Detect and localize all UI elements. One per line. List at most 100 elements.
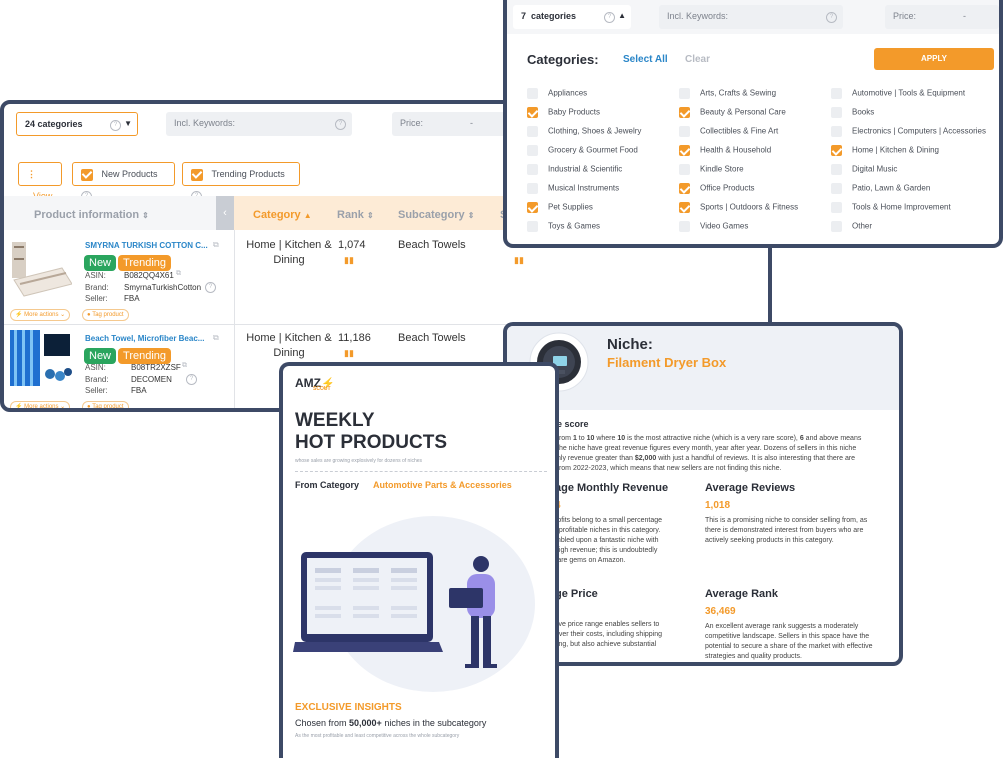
checkbox-icon[interactable] <box>679 145 690 156</box>
checkbox-icon[interactable] <box>527 202 538 213</box>
checkbox-icon[interactable] <box>679 183 690 194</box>
category-option-label: Tools & Home Improvement <box>852 202 951 212</box>
checkbox-icon[interactable] <box>527 88 538 99</box>
seller-label: Seller: <box>85 294 108 303</box>
checkbox-icon[interactable] <box>679 221 690 232</box>
category-option[interactable]: Books <box>831 107 874 118</box>
checkbox-icon[interactable] <box>679 126 690 137</box>
more-actions-button[interactable]: ⚡ More actions ⌄ <box>10 309 71 321</box>
keywords-input[interactable]: Incl. Keywords: ? <box>166 112 352 136</box>
category-option[interactable]: Sports | Outdoors & Fitness <box>679 202 798 213</box>
checkbox-icon[interactable] <box>527 107 538 118</box>
copy-icon[interactable]: ⧉ <box>213 240 219 250</box>
column-header-rank[interactable]: Rank ⇕ <box>337 209 374 221</box>
revenue-description: rofits belong to a small percentage t pr… <box>555 517 663 564</box>
collapse-column-button[interactable]: ‹ <box>216 196 234 230</box>
category-option[interactable]: Appliances <box>527 88 587 99</box>
category-option[interactable]: Health & Household <box>679 145 771 156</box>
column-header-product[interactable]: Product information ⇕ <box>34 209 149 221</box>
category-option[interactable]: Musical Instruments <box>527 183 619 194</box>
checkbox-icon[interactable] <box>527 164 538 175</box>
category-option[interactable]: Industrial & Scientific <box>527 164 622 175</box>
category-option[interactable]: Automotive | Tools & Equipment <box>831 88 965 99</box>
category-filter-label: categories <box>37 119 83 129</box>
chart-icon[interactable]: ▮▮ <box>344 348 354 359</box>
insights-text: Chosen from 50,000+ niches in the subcat… <box>295 718 487 728</box>
checkbox-icon[interactable] <box>527 145 538 156</box>
chart-icon[interactable]: ▮▮ <box>344 255 354 266</box>
checkbox-icon[interactable] <box>831 183 842 194</box>
column-header-subcategory[interactable]: Subcategory ⇕ <box>398 209 474 221</box>
category-option[interactable]: Baby Products <box>527 107 600 118</box>
brand-value: DECOMEN <box>131 375 172 384</box>
category-option[interactable]: Patio, Lawn & Garden <box>831 183 930 194</box>
checkbox-icon <box>191 168 203 181</box>
apply-button[interactable]: APPLY <box>874 48 994 70</box>
category-filter-label: categories <box>531 11 577 21</box>
category-option[interactable]: Beauty & Personal Care <box>679 107 786 118</box>
insights-footer: As the most profitable and least competi… <box>295 733 460 739</box>
checkbox-icon[interactable] <box>831 107 842 118</box>
asin-label: ASIN: <box>85 271 106 280</box>
from-category-value: Automotive Parts & Accessories <box>373 480 512 490</box>
copy-icon[interactable]: ⧉ <box>182 362 187 370</box>
category-option[interactable]: Toys & Games <box>527 221 600 232</box>
copy-icon[interactable]: ⧉ <box>213 333 219 343</box>
category-cell: Home | Kitchen & Dining <box>246 239 332 266</box>
seller-label: Seller: <box>85 386 108 395</box>
checkbox-icon[interactable] <box>831 126 842 137</box>
category-option[interactable]: Office Products <box>679 183 755 194</box>
keywords-input[interactable]: Incl. Keywords: ? <box>659 5 843 29</box>
checkbox-icon[interactable] <box>679 107 690 118</box>
price-filter[interactable]: Price: - <box>885 5 999 29</box>
product-title-link[interactable]: SMYRNA TURKISH COTTON C... <box>85 238 208 253</box>
checkbox-icon[interactable] <box>831 164 842 175</box>
badge-new: New <box>84 348 117 364</box>
category-option-label: Books <box>852 107 875 117</box>
category-filter-dropdown[interactable]: 24 categories ? ▼ <box>16 112 138 136</box>
copy-icon[interactable]: ⧉ <box>176 270 181 278</box>
new-products-toggle[interactable]: New Products ? <box>72 162 175 203</box>
checkbox-icon[interactable] <box>527 126 538 137</box>
checkbox-icon[interactable] <box>679 202 690 213</box>
category-filter-dropdown[interactable]: 7 categories ? ▲ <box>513 5 631 29</box>
tag-product-button[interactable]: ● Tag product <box>82 401 129 408</box>
column-header-category[interactable]: Category ▲ <box>253 209 312 221</box>
category-option[interactable]: Arts, Crafts & Sewing <box>679 88 776 99</box>
category-option[interactable]: Grocery & Gourmet Food <box>527 145 638 156</box>
category-option[interactable]: Collectibles & Fine Art <box>679 126 778 137</box>
checkbox-icon[interactable] <box>831 88 842 99</box>
trending-products-label: Trending Products <box>211 169 285 179</box>
checkbox-icon[interactable] <box>831 145 842 156</box>
category-option[interactable]: Kindle Store <box>679 164 744 175</box>
clear-link[interactable]: Clear <box>685 54 710 65</box>
price-filter[interactable]: Price: - <box>392 112 512 136</box>
tag-product-button[interactable]: ● Tag product <box>82 309 129 321</box>
checkbox-icon[interactable] <box>831 221 842 232</box>
product-title-link[interactable]: Beach Towel, Microfiber Beac... <box>85 331 204 346</box>
checkbox-icon[interactable] <box>831 202 842 213</box>
checkbox-icon[interactable] <box>527 221 538 232</box>
category-option[interactable]: Other <box>831 221 872 232</box>
category-option[interactable]: Video Games <box>679 221 748 232</box>
seller-value: FBA <box>131 386 147 395</box>
checkbox-icon[interactable] <box>527 183 538 194</box>
rank-description: An excellent average rank suggests a mod… <box>705 623 873 660</box>
category-option-label: Toys & Games <box>548 221 601 231</box>
category-option[interactable]: Digital Music <box>831 164 897 175</box>
checkbox-icon[interactable] <box>679 164 690 175</box>
category-option[interactable]: Pet Supplies <box>527 202 593 213</box>
trending-products-toggle[interactable]: Trending Products ? <box>182 162 300 203</box>
checkbox-icon[interactable] <box>679 88 690 99</box>
category-option[interactable]: Home | Kitchen & Dining <box>831 145 939 156</box>
category-option-label: Appliances <box>548 88 588 98</box>
help-icon: ? <box>604 12 615 23</box>
select-all-link[interactable]: Select All <box>623 54 668 65</box>
category-option[interactable]: Electronics | Computers | Accessories <box>831 126 986 137</box>
more-actions-button[interactable]: ⚡ More actions ⌄ <box>10 401 71 408</box>
category-option[interactable]: Tools & Home Improvement <box>831 202 951 213</box>
view-button[interactable]: ⋮ View <box>18 162 62 201</box>
category-option-label: Pet Supplies <box>548 202 593 212</box>
chart-icon[interactable]: ▮▮ <box>514 255 524 266</box>
category-option[interactable]: Clothing, Shoes & Jewelry <box>527 126 641 137</box>
